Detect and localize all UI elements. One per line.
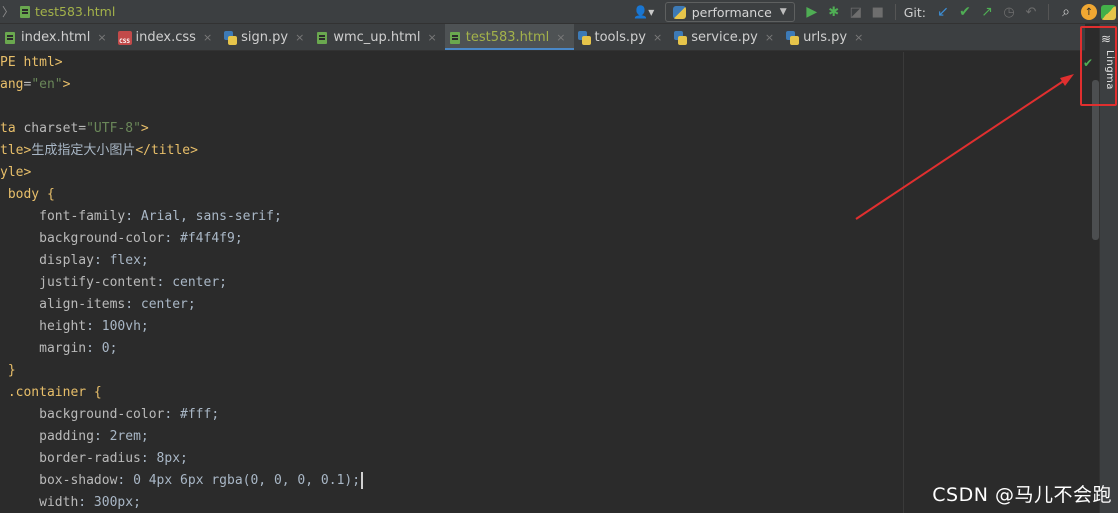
- code-line[interactable]: body {: [0, 184, 55, 206]
- code-editor[interactable]: PE html> ang="en"> ta charset="UTF-8"> tle>…: [0, 52, 1090, 513]
- tab-sign-py[interactable]: sign.py ×: [220, 24, 312, 50]
- python-file-icon: [785, 30, 800, 45]
- code-line[interactable]: font-family: Arial, sans-serif;: [0, 206, 282, 228]
- code-line[interactable]: .container {: [0, 382, 102, 404]
- close-icon[interactable]: ×: [765, 31, 774, 44]
- code-line[interactable]: margin: 0;: [0, 338, 117, 360]
- code-line[interactable]: }: [0, 360, 16, 382]
- close-icon[interactable]: ×: [428, 31, 437, 44]
- tab-label: index.css: [135, 30, 196, 45]
- chevron-right-icon: 〉: [2, 5, 15, 19]
- code-line[interactable]: tle>生成指定大小图片</title>: [0, 140, 198, 162]
- close-icon[interactable]: ×: [653, 31, 662, 44]
- code-line[interactable]: background-color: #f4f4f9;: [0, 228, 243, 250]
- python-file-icon: [673, 30, 688, 45]
- debug-icon[interactable]: ✱: [823, 0, 845, 24]
- code-line[interactable]: display: flex;: [0, 250, 149, 272]
- close-icon[interactable]: ×: [97, 31, 106, 44]
- tab-label: sign.py: [241, 30, 289, 45]
- update-icon[interactable]: ↑: [1081, 4, 1097, 20]
- code-line[interactable]: yle>: [0, 162, 31, 184]
- tab-wmc-up-html[interactable]: wmc_up.html ×: [312, 24, 444, 50]
- tab-label: wmc_up.html: [333, 30, 421, 45]
- git-commit-icon[interactable]: ✔: [954, 0, 976, 24]
- code-line[interactable]: box-shadow: 0 4px 6px rgba(0, 0, 0, 0.1)…: [0, 470, 364, 492]
- code-line[interactable]: ang="en">: [0, 74, 70, 96]
- close-icon[interactable]: ×: [556, 31, 565, 44]
- stop-icon[interactable]: ■: [867, 0, 889, 24]
- code-line[interactable]: justify-content: center;: [0, 272, 227, 294]
- close-icon[interactable]: ×: [203, 31, 212, 44]
- run-config-label: performance: [691, 4, 772, 20]
- code-line[interactable]: padding: 2rem;: [0, 426, 149, 448]
- python-file-icon: [223, 30, 238, 45]
- tab-label: test583.html: [465, 30, 550, 45]
- run-config-select[interactable]: performance ▼: [664, 2, 795, 22]
- coverage-icon[interactable]: ◪: [845, 0, 867, 24]
- toolbar-actions: 👤▾ performance ▼ ▶ ✱ ◪ ■ Git: ↙ ✔ ↗ ◷ ↶ …: [629, 0, 1118, 24]
- code-line[interactable]: height: 100vh;: [0, 316, 149, 338]
- tab-label: service.py: [691, 30, 758, 45]
- chevron-down-icon: ▼: [779, 7, 787, 17]
- code-line[interactable]: ta charset="UTF-8">: [0, 118, 149, 140]
- git-push-icon[interactable]: ↗: [976, 0, 998, 24]
- html-file-icon: [18, 5, 32, 19]
- toolbar-divider: [1048, 4, 1049, 20]
- git-label: Git:: [903, 4, 926, 20]
- git-update-icon[interactable]: ↙: [932, 0, 954, 24]
- git-history-icon[interactable]: ◷: [998, 0, 1020, 24]
- close-icon[interactable]: ×: [295, 31, 304, 44]
- code-line[interactable]: width: 300px;: [0, 492, 141, 513]
- python-icon: [672, 5, 686, 19]
- watermark: CSDN @马儿不会跑: [932, 484, 1112, 506]
- code-line[interactable]: PE html>: [0, 52, 63, 74]
- tab-label: index.html: [21, 30, 91, 45]
- html-file-icon: [448, 31, 462, 45]
- code-line[interactable]: border-radius: 8px;: [0, 448, 188, 470]
- tab-test583-html[interactable]: test583.html ×: [444, 24, 574, 50]
- tab-index-css[interactable]: CSS index.css ×: [115, 24, 221, 50]
- python-file-icon: [577, 30, 591, 45]
- html-file-icon: [3, 31, 17, 45]
- close-icon[interactable]: ×: [854, 31, 863, 44]
- run-icon[interactable]: ▶: [801, 0, 823, 24]
- search-icon[interactable]: ⌕: [1055, 0, 1077, 24]
- code-line[interactable]: background-color: #fff;: [0, 404, 219, 426]
- tab-label: tools.py: [594, 30, 646, 45]
- tab-urls-py[interactable]: urls.py ×: [782, 24, 871, 50]
- annotation-highlight-box: [1080, 26, 1117, 106]
- user-icon[interactable]: 👤▾: [629, 0, 659, 24]
- right-margin-guide: [903, 52, 904, 513]
- git-rollback-icon[interactable]: ↶: [1020, 0, 1042, 24]
- breadcrumb: 〉 test583.html: [0, 0, 115, 24]
- breadcrumb-file[interactable]: test583.html: [35, 4, 115, 19]
- text-caret: [361, 472, 364, 489]
- tab-tools-py[interactable]: tools.py ×: [574, 24, 671, 50]
- main-toolbar: 〉 test583.html 👤▾ performance ▼ ▶ ✱ ◪ ■ …: [0, 0, 1118, 24]
- code-line[interactable]: align-items: center;: [0, 294, 196, 316]
- toolbar-divider: [894, 4, 896, 20]
- pycharm-icon[interactable]: [1101, 4, 1116, 20]
- html-file-icon: [315, 31, 329, 45]
- tab-index-html[interactable]: index.html ×: [0, 24, 115, 50]
- tab-label: urls.py: [803, 30, 848, 45]
- editor-tabs: index.html × CSS index.css × sign.py × wmc_up.h…: [0, 24, 1085, 51]
- css-file-icon: CSS: [117, 30, 132, 45]
- tab-service-py[interactable]: service.py ×: [670, 24, 782, 50]
